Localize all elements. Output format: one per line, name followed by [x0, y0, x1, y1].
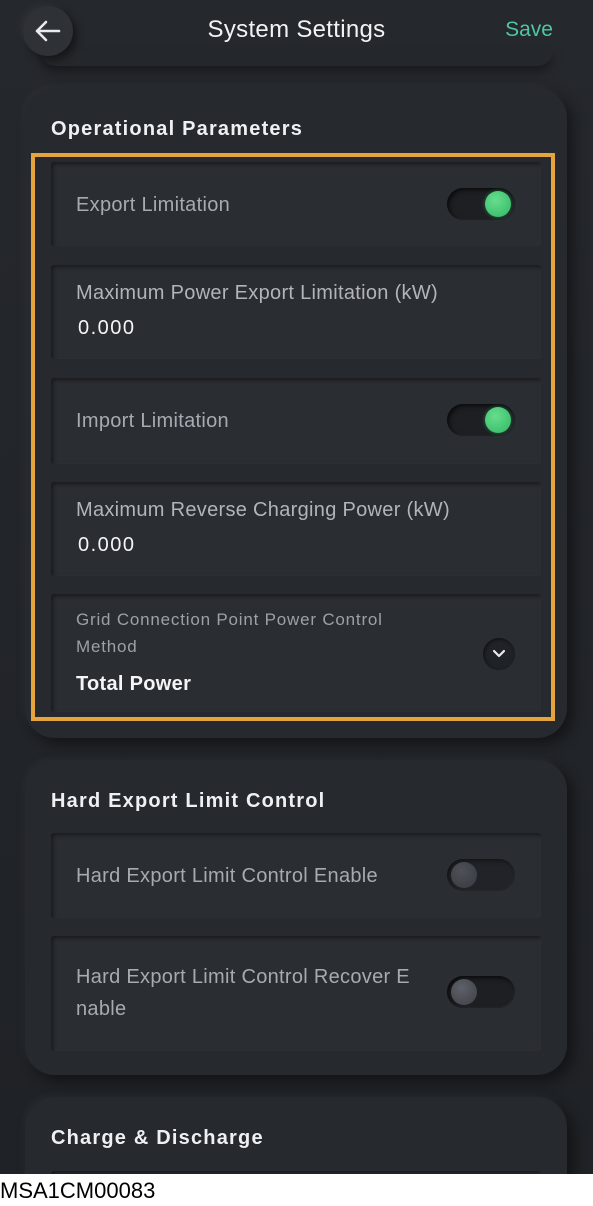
import-limitation-row: Import Limitation	[51, 378, 541, 464]
grid-control-label-2: Method	[76, 637, 138, 656]
max-reverse-label: Maximum Reverse Charging Power (kW)	[76, 499, 450, 521]
page-title: System Settings	[207, 16, 386, 43]
section-title-operational: Operational Parameters	[51, 118, 304, 140]
settings-screen: System Settings Save Operational Paramet…	[0, 0, 593, 1174]
max-export-label: Maximum Power Export Limitation (kW)	[76, 282, 438, 304]
grid-control-value: Total Power	[76, 673, 192, 695]
export-limitation-toggle[interactable]	[447, 188, 515, 220]
toggle-knob	[485, 191, 511, 217]
max-reverse-value[interactable]: 0.000	[78, 534, 136, 557]
operational-parameters-section: Operational Parameters Export Limitation…	[25, 88, 567, 738]
save-button[interactable]: Save	[505, 18, 553, 42]
charge-first-row	[51, 1171, 541, 1174]
grid-control-dropdown-button[interactable]	[483, 638, 515, 670]
max-reverse-row[interactable]: Maximum Reverse Charging Power (kW) 0.00…	[51, 482, 541, 576]
app-header: System Settings Save	[0, 0, 593, 66]
export-limitation-row: Export Limitation	[51, 162, 541, 246]
hard-export-recover-label-1: Hard Export Limit Control Recover E	[76, 966, 410, 988]
import-limitation-toggle[interactable]	[447, 404, 515, 436]
hard-export-section: Hard Export Limit Control Hard Export Li…	[25, 760, 567, 1075]
grid-control-label-1: Grid Connection Point Power Control	[76, 610, 383, 629]
import-limitation-label: Import Limitation	[76, 410, 229, 432]
section-title-hard-export: Hard Export Limit Control	[51, 790, 326, 812]
hard-export-enable-label: Hard Export Limit Control Enable	[76, 865, 378, 887]
image-caption: MSA1CM00083	[0, 1178, 156, 1203]
grid-control-row[interactable]: Grid Connection Point Power Control Meth…	[51, 594, 541, 712]
hard-export-enable-toggle[interactable]	[447, 859, 515, 891]
hard-export-recover-row: Hard Export Limit Control Recover E nabl…	[51, 936, 541, 1051]
hard-export-recover-label-2: nable	[76, 998, 127, 1020]
charge-discharge-section: Charge & Discharge	[25, 1097, 567, 1174]
section-title-charge: Charge & Discharge	[51, 1127, 264, 1149]
chevron-down-icon	[492, 649, 506, 658]
toggle-knob	[451, 979, 477, 1005]
export-limitation-label: Export Limitation	[76, 194, 231, 216]
max-export-row[interactable]: Maximum Power Export Limitation (kW) 0.0…	[51, 265, 541, 359]
toggle-knob	[451, 862, 477, 888]
hard-export-recover-toggle[interactable]	[447, 976, 515, 1008]
hard-export-enable-row: Hard Export Limit Control Enable	[51, 833, 541, 918]
max-export-value[interactable]: 0.000	[78, 317, 136, 340]
toggle-knob	[485, 407, 511, 433]
header-divider	[40, 50, 553, 66]
